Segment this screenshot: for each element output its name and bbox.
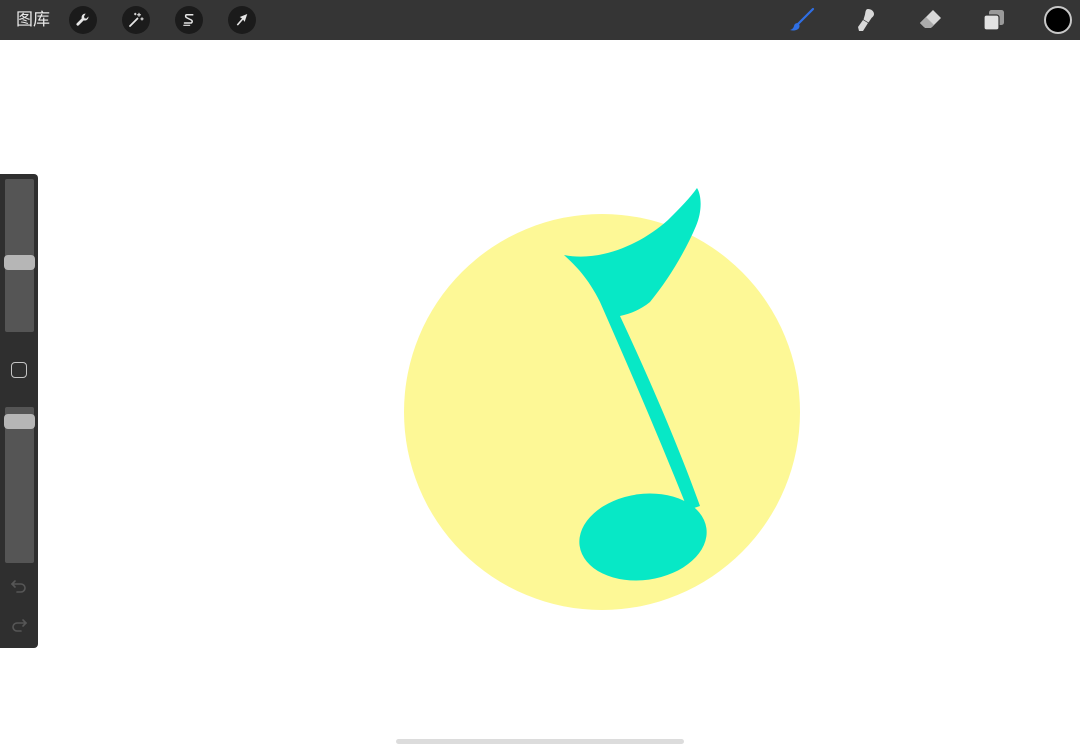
smudge-icon [858, 9, 874, 31]
procreate-app: 图库 [0, 0, 1080, 751]
brush-tool-button[interactable] [788, 6, 816, 34]
adjustments-button[interactable] [122, 6, 150, 34]
wrench-icon [76, 13, 89, 26]
selection-button[interactable] [175, 6, 203, 34]
top-toolbar: 图库 [0, 0, 1080, 40]
arrow-cursor-icon [236, 14, 248, 26]
actions-button[interactable] [69, 6, 97, 34]
gallery-button[interactable]: 图库 [16, 9, 50, 31]
layers-button[interactable] [980, 6, 1008, 34]
artwork [404, 188, 800, 610]
magic-wand-icon [129, 12, 144, 27]
layers-icon [983, 10, 1004, 31]
drawing-canvas[interactable] [0, 40, 1080, 751]
smudge-tool-button[interactable] [852, 6, 880, 34]
eraser-tool-button[interactable] [916, 6, 944, 34]
home-indicator [396, 739, 684, 744]
eraser-icon [920, 10, 941, 28]
selection-s-icon [183, 14, 194, 26]
color-picker-swatch[interactable] [1044, 6, 1072, 34]
transform-button[interactable] [228, 6, 256, 34]
brush-icon [790, 7, 815, 31]
